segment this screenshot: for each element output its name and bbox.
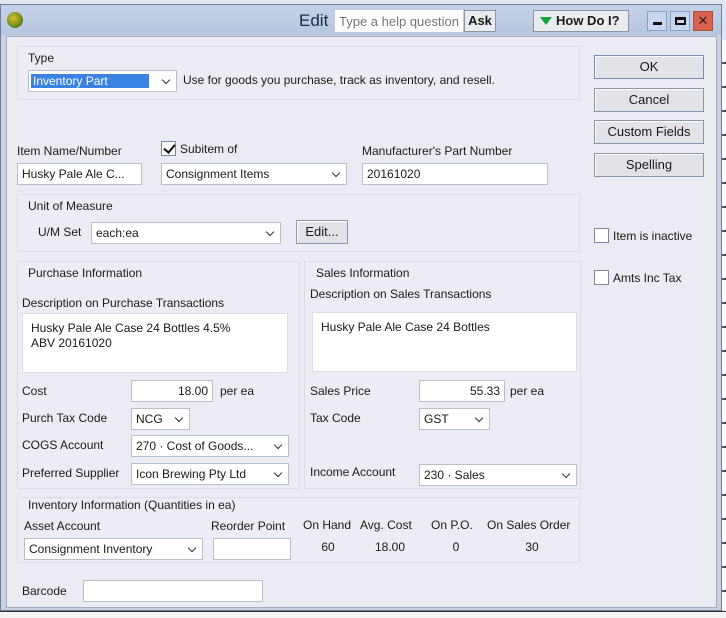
mpn-label: Manufacturer's Part Number	[362, 144, 513, 158]
background-window-edge	[722, 40, 726, 610]
inventory-heading: Inventory Information (Quantities in ea)	[28, 498, 236, 512]
ask-button[interactable]: Ask	[464, 10, 496, 32]
preferred-supplier-label: Preferred Supplier	[22, 466, 120, 480]
chevron-down-icon	[330, 167, 342, 181]
avg-cost-value: 18.00	[374, 540, 406, 554]
maximize-icon	[675, 17, 686, 25]
item-inactive-label: Item is inactive	[613, 229, 693, 243]
purchase-heading: Purchase Information	[28, 266, 143, 280]
on-sales-order-label: On Sales Order	[487, 518, 571, 532]
tax-code-value: GST	[424, 412, 449, 426]
cost-input[interactable]: 18.00	[131, 380, 213, 402]
sales-price-label: Sales Price	[310, 384, 371, 398]
maximize-button[interactable]	[670, 11, 690, 31]
dialog-body: Type Inventory Part Use for goods you pu…	[6, 36, 717, 608]
purchase-desc-label: Description on Purchase Transactions	[22, 296, 225, 310]
on-sales-order-value: 30	[525, 540, 539, 554]
tax-code-select[interactable]: GST	[419, 408, 490, 430]
reorder-point-label: Reorder Point	[211, 519, 286, 533]
barcode-input[interactable]	[83, 580, 263, 602]
purch-tax-code-select[interactable]: NCG	[131, 408, 190, 430]
minimize-button[interactable]	[647, 11, 667, 31]
close-icon: ✕	[697, 13, 709, 28]
asset-account-select[interactable]: Consignment Inventory	[24, 538, 203, 560]
asset-account-value: Consignment Inventory	[29, 542, 153, 556]
spelling-button[interactable]: Spelling	[594, 153, 704, 177]
income-account-value: 230 · Sales	[424, 468, 485, 482]
type-select[interactable]: Inventory Part	[28, 70, 177, 92]
purch-tax-code-value: NCG	[136, 412, 163, 426]
uom-set-label: U/M Set	[38, 225, 82, 239]
minimize-icon	[653, 22, 662, 25]
sales-price-input[interactable]: 55.33	[419, 380, 505, 402]
purchase-description-textarea[interactable]: Husky Pale Ale Case 24 Bottles 4.5% ABV …	[22, 313, 288, 373]
chevron-down-icon	[160, 74, 172, 88]
subitem-label: Subitem of	[180, 142, 238, 156]
close-button[interactable]: ✕	[693, 11, 713, 31]
uom-edit-button[interactable]: Edit...	[296, 220, 348, 244]
chevron-down-icon	[272, 467, 284, 481]
on-hand-label: On Hand	[303, 518, 352, 532]
title-bar[interactable]: Edit Ask How Do I? ✕	[1, 5, 721, 35]
sales-heading: Sales Information	[316, 266, 410, 280]
subitem-select[interactable]: Consignment Items	[161, 163, 347, 185]
on-po-label: On P.O.	[431, 518, 473, 532]
uom-set-value: each:ea	[96, 226, 139, 240]
sales-desc-label: Description on Sales Transactions	[310, 287, 492, 301]
cogs-account-label: COGS Account	[22, 438, 104, 452]
amts-inc-tax-label: Amts Inc Tax	[613, 271, 682, 285]
chevron-down-icon	[173, 412, 185, 426]
help-question-input[interactable]	[335, 10, 463, 32]
subitem-checkbox[interactable]	[161, 141, 176, 156]
type-description: Use for goods you purchase, track as inv…	[183, 73, 495, 87]
window-title: Edit	[299, 11, 329, 30]
cancel-button[interactable]: Cancel	[594, 88, 704, 112]
income-account-label: Income Account	[310, 465, 396, 479]
item-inactive-checkbox[interactable]	[594, 228, 609, 243]
tax-code-label: Tax Code	[310, 411, 361, 425]
edit-item-window: Edit Ask How Do I? ✕ Type Inventory Part…	[0, 4, 722, 611]
ok-button[interactable]: OK	[594, 55, 704, 79]
preferred-supplier-select[interactable]: Icon Brewing Pty Ltd	[131, 463, 289, 485]
item-name-label: Item Name/Number	[17, 144, 122, 158]
sales-description-textarea[interactable]: Husky Pale Ale Case 24 Bottles	[312, 312, 577, 372]
barcode-label: Barcode	[22, 584, 67, 598]
amts-inc-tax-checkbox[interactable]	[594, 270, 609, 285]
how-do-i-label: How Do I?	[556, 13, 620, 28]
cost-unit: per ea	[220, 384, 255, 398]
background-app-strip	[0, 611, 726, 618]
chevron-down-icon	[473, 412, 485, 426]
cogs-account-select[interactable]: 270 · Cost of Goods...	[131, 435, 289, 457]
app-icon	[7, 12, 23, 28]
on-po-value: 0	[452, 540, 460, 554]
chevron-down-icon	[264, 226, 276, 240]
reorder-point-input[interactable]	[213, 538, 291, 560]
how-do-i-button[interactable]: How Do I?	[533, 10, 629, 32]
chevron-down-icon	[186, 542, 198, 556]
custom-fields-button[interactable]: Custom Fields	[594, 120, 704, 144]
cogs-account-value: 270 · Cost of Goods...	[136, 439, 254, 453]
type-selected-value: Inventory Part	[31, 74, 149, 88]
purch-tax-code-label: Purch Tax Code	[22, 411, 108, 425]
chevron-down-icon	[272, 439, 284, 453]
subitem-value: Consignment Items	[166, 167, 270, 181]
preferred-supplier-value: Icon Brewing Pty Ltd	[136, 467, 247, 481]
mpn-input[interactable]: 20161020	[362, 163, 548, 185]
uom-set-select[interactable]: each:ea	[91, 222, 281, 244]
item-name-input[interactable]: Husky Pale Ale C...	[17, 163, 142, 185]
on-hand-value: 60	[321, 540, 335, 554]
type-label: Type	[28, 51, 55, 65]
sales-price-unit: per ea	[510, 384, 545, 398]
avg-cost-label: Avg. Cost	[360, 518, 412, 532]
chevron-down-icon	[560, 468, 572, 482]
cost-label: Cost	[22, 384, 47, 398]
dropdown-triangle-icon	[540, 17, 552, 25]
uom-label: Unit of Measure	[28, 199, 113, 213]
asset-account-label: Asset Account	[24, 519, 101, 533]
income-account-select[interactable]: 230 · Sales	[419, 464, 577, 486]
